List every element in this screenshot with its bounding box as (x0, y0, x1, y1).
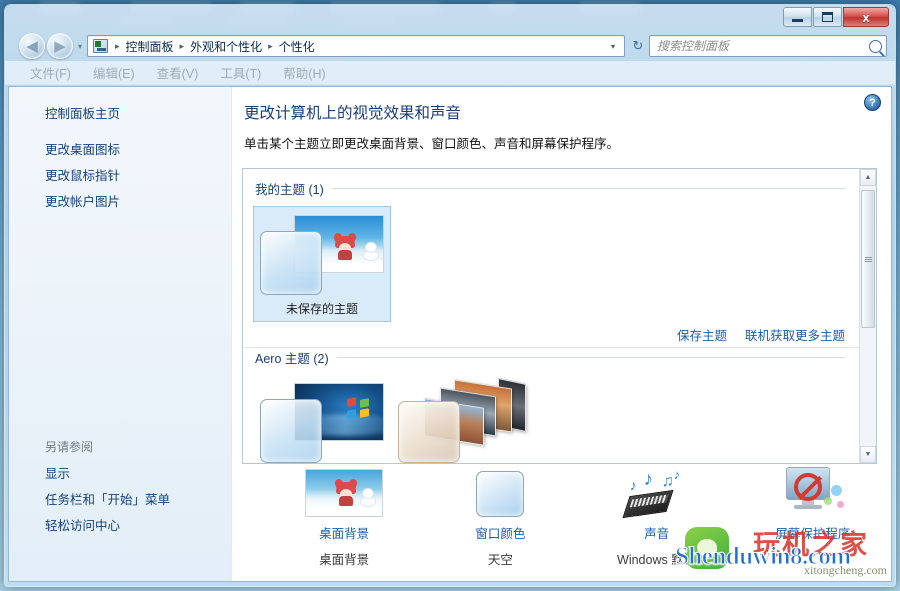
breadcrumb-item-0[interactable]: 控制面板 (124, 38, 176, 55)
group-header-my-themes: 我的主题 (1) (243, 179, 859, 198)
title-bar[interactable]: x (5, 5, 895, 31)
theme-tile-windows-7[interactable] (253, 375, 391, 463)
save-theme-link[interactable]: 保存主题 (677, 325, 727, 344)
sidebar-item-change-account-picture[interactable]: 更改帐户图片 (9, 189, 231, 215)
window-color-preview-icon-3 (398, 401, 460, 463)
minimize-button[interactable] (783, 7, 812, 27)
window-color-preview-icon-2 (260, 399, 322, 463)
group-title-my-themes: 我的主题 (1) (255, 183, 324, 197)
back-button[interactable]: ◀ (19, 33, 45, 59)
breadcrumb-dropdown-icon[interactable]: ▾ (605, 42, 621, 51)
control-panel-icon (93, 39, 108, 53)
see-also-title: 另请参阅 (45, 440, 94, 454)
theme-thumbnail-landscapes (398, 378, 526, 463)
screensaver-icon[interactable] (782, 463, 844, 517)
group-title-aero-themes: Aero 主题 (2) (255, 352, 329, 366)
windows-logo-icon (347, 397, 369, 419)
page-title: 更改计算机上的视觉效果和声音 (244, 105, 462, 122)
sound-icon[interactable]: ♪ ♪ ♫ ♪ (622, 463, 690, 519)
sidebar-item-taskbar-start-menu[interactable]: 任务栏和「开始」菜单 (9, 487, 231, 513)
theme-list-panel: 我的主题 (1) 未保存的主题 保存主题 联机获取更多主题 Aero 主题 (2… (242, 168, 877, 464)
search-icon (869, 39, 882, 53)
breadcrumb-item-1[interactable]: 外观和个性化 (188, 38, 264, 55)
theme-tile-unsaved[interactable]: 未保存的主题 (253, 206, 391, 322)
theme-tile-label: 未保存的主题 (285, 302, 358, 316)
theme-links: 保存主题 联机获取更多主题 (677, 325, 845, 344)
theme-list-scroll-area: 我的主题 (1) 未保存的主题 保存主题 联机获取更多主题 Aero 主题 (2… (243, 169, 859, 463)
setting-screensaver: 屏幕保护程序 (735, 463, 891, 573)
theme-row-aero-themes (243, 367, 859, 463)
theme-row-my-themes: 未保存的主题 (243, 198, 859, 322)
get-more-themes-online-link[interactable]: 联机获取更多主题 (745, 325, 845, 344)
window-body: 控制面板主页 更改桌面图标 更改鼠标指针 更改帐户图片 另请参阅 显示 任务栏和… (8, 86, 892, 582)
main-content: ? 更改计算机上的视觉效果和声音 单击某个主题立即更改桌面背景、窗口颜色、声音和… (232, 87, 891, 581)
forward-button[interactable]: ▶ (47, 33, 73, 59)
window-color-icon[interactable] (476, 463, 525, 517)
theme-list-scrollbar[interactable]: ▲ ▼ (859, 169, 876, 463)
see-also-section: 另请参阅 显示 任务栏和「开始」菜单 轻松访问中心 (9, 435, 231, 539)
scrollbar-track[interactable] (860, 186, 876, 446)
theme-thumbnail (260, 213, 384, 295)
window-controls: x (782, 7, 889, 27)
settings-row: 桌面背景 桌面背景 窗口颜色 天空 ♪ ♪ ♫ ♪ 声音 Windows 默认 … (232, 463, 891, 573)
history-dropdown-button[interactable]: ▾ (73, 42, 87, 51)
setting-value-sound: Windows 默认 (617, 553, 697, 567)
forward-arrow-icon: ▶ (54, 37, 66, 55)
setting-name-desktop-background[interactable]: 桌面背景 (319, 523, 369, 542)
search-input[interactable] (657, 39, 869, 53)
sidebar-item-change-desktop-icons[interactable]: 更改桌面图标 (9, 137, 231, 163)
refresh-button[interactable]: ↻ (627, 35, 649, 57)
scrollbar-thumb[interactable] (861, 190, 875, 328)
sidebar-item-change-mouse-pointers[interactable]: 更改鼠标指针 (9, 163, 231, 189)
theme-thumbnail-windows-7 (260, 381, 384, 463)
sidebar-item-control-panel-home[interactable]: 控制面板主页 (9, 101, 231, 127)
close-button[interactable]: x (843, 7, 889, 27)
sidebar-item-display[interactable]: 显示 (9, 461, 231, 487)
snowman-icon (363, 242, 379, 261)
scroll-down-button[interactable]: ▼ (860, 446, 876, 463)
desktop-background-icon[interactable] (305, 463, 384, 517)
breadcrumb-separator-1: ▸ (179, 40, 185, 51)
address-bar: ◀ ▶ ▾ ▸ 控制面板 ▸ 外观和个性化 ▸ 个性化 ▾ ↻ (5, 31, 895, 61)
setting-name-sound[interactable]: 声音 (644, 523, 669, 542)
sidebar-item-ease-of-access-center[interactable]: 轻松访问中心 (9, 513, 231, 539)
group-divider-2 (336, 357, 845, 358)
setting-window-color: 窗口颜色 天空 (422, 463, 578, 573)
breadcrumb-item-2[interactable]: 个性化 (277, 38, 317, 55)
setting-name-screensaver[interactable]: 屏幕保护程序 (775, 523, 850, 542)
fox-girl-icon (332, 231, 358, 260)
help-icon[interactable]: ? (864, 94, 881, 111)
breadcrumb-separator-0: ▸ (115, 40, 120, 51)
window-color-preview-icon (260, 231, 322, 295)
page-subtitle: 单击某个主题立即更改桌面背景、窗口颜色、声音和屏幕保护程序。 (244, 137, 620, 151)
back-arrow-icon: ◀ (26, 37, 38, 55)
theme-tile-landscapes[interactable] (391, 375, 529, 463)
no-entry-icon (793, 473, 822, 501)
setting-sound: ♪ ♪ ♫ ♪ 声音 Windows 默认 (579, 463, 735, 573)
setting-value-desktop-background: 桌面背景 (319, 553, 370, 567)
setting-desktop-background: 桌面背景 桌面背景 (266, 463, 422, 573)
scrollbar-grip-icon (864, 256, 872, 262)
maximize-button[interactable] (813, 7, 842, 27)
scroll-up-button[interactable]: ▲ (860, 169, 876, 186)
breadcrumb[interactable]: ▸ 控制面板 ▸ 外观和个性化 ▸ 个性化 ▾ (87, 35, 625, 57)
sidebar: 控制面板主页 更改桌面图标 更改鼠标指针 更改帐户图片 另请参阅 显示 任务栏和… (9, 87, 232, 581)
breadcrumb-separator-2: ▸ (268, 40, 273, 51)
search-box[interactable] (649, 35, 887, 57)
control-panel-window: x ◀ ▶ ▾ ▸ 控制面板 ▸ 外观和个性化 ▸ 个性化 ▾ ↻ 文件(F) … (4, 4, 896, 587)
group-header-aero-themes: Aero 主题 (2) (243, 348, 859, 367)
section-divider (243, 347, 859, 348)
group-divider (331, 188, 845, 189)
setting-name-window-color[interactable]: 窗口颜色 (475, 523, 525, 542)
setting-value-window-color: 天空 (487, 553, 513, 567)
